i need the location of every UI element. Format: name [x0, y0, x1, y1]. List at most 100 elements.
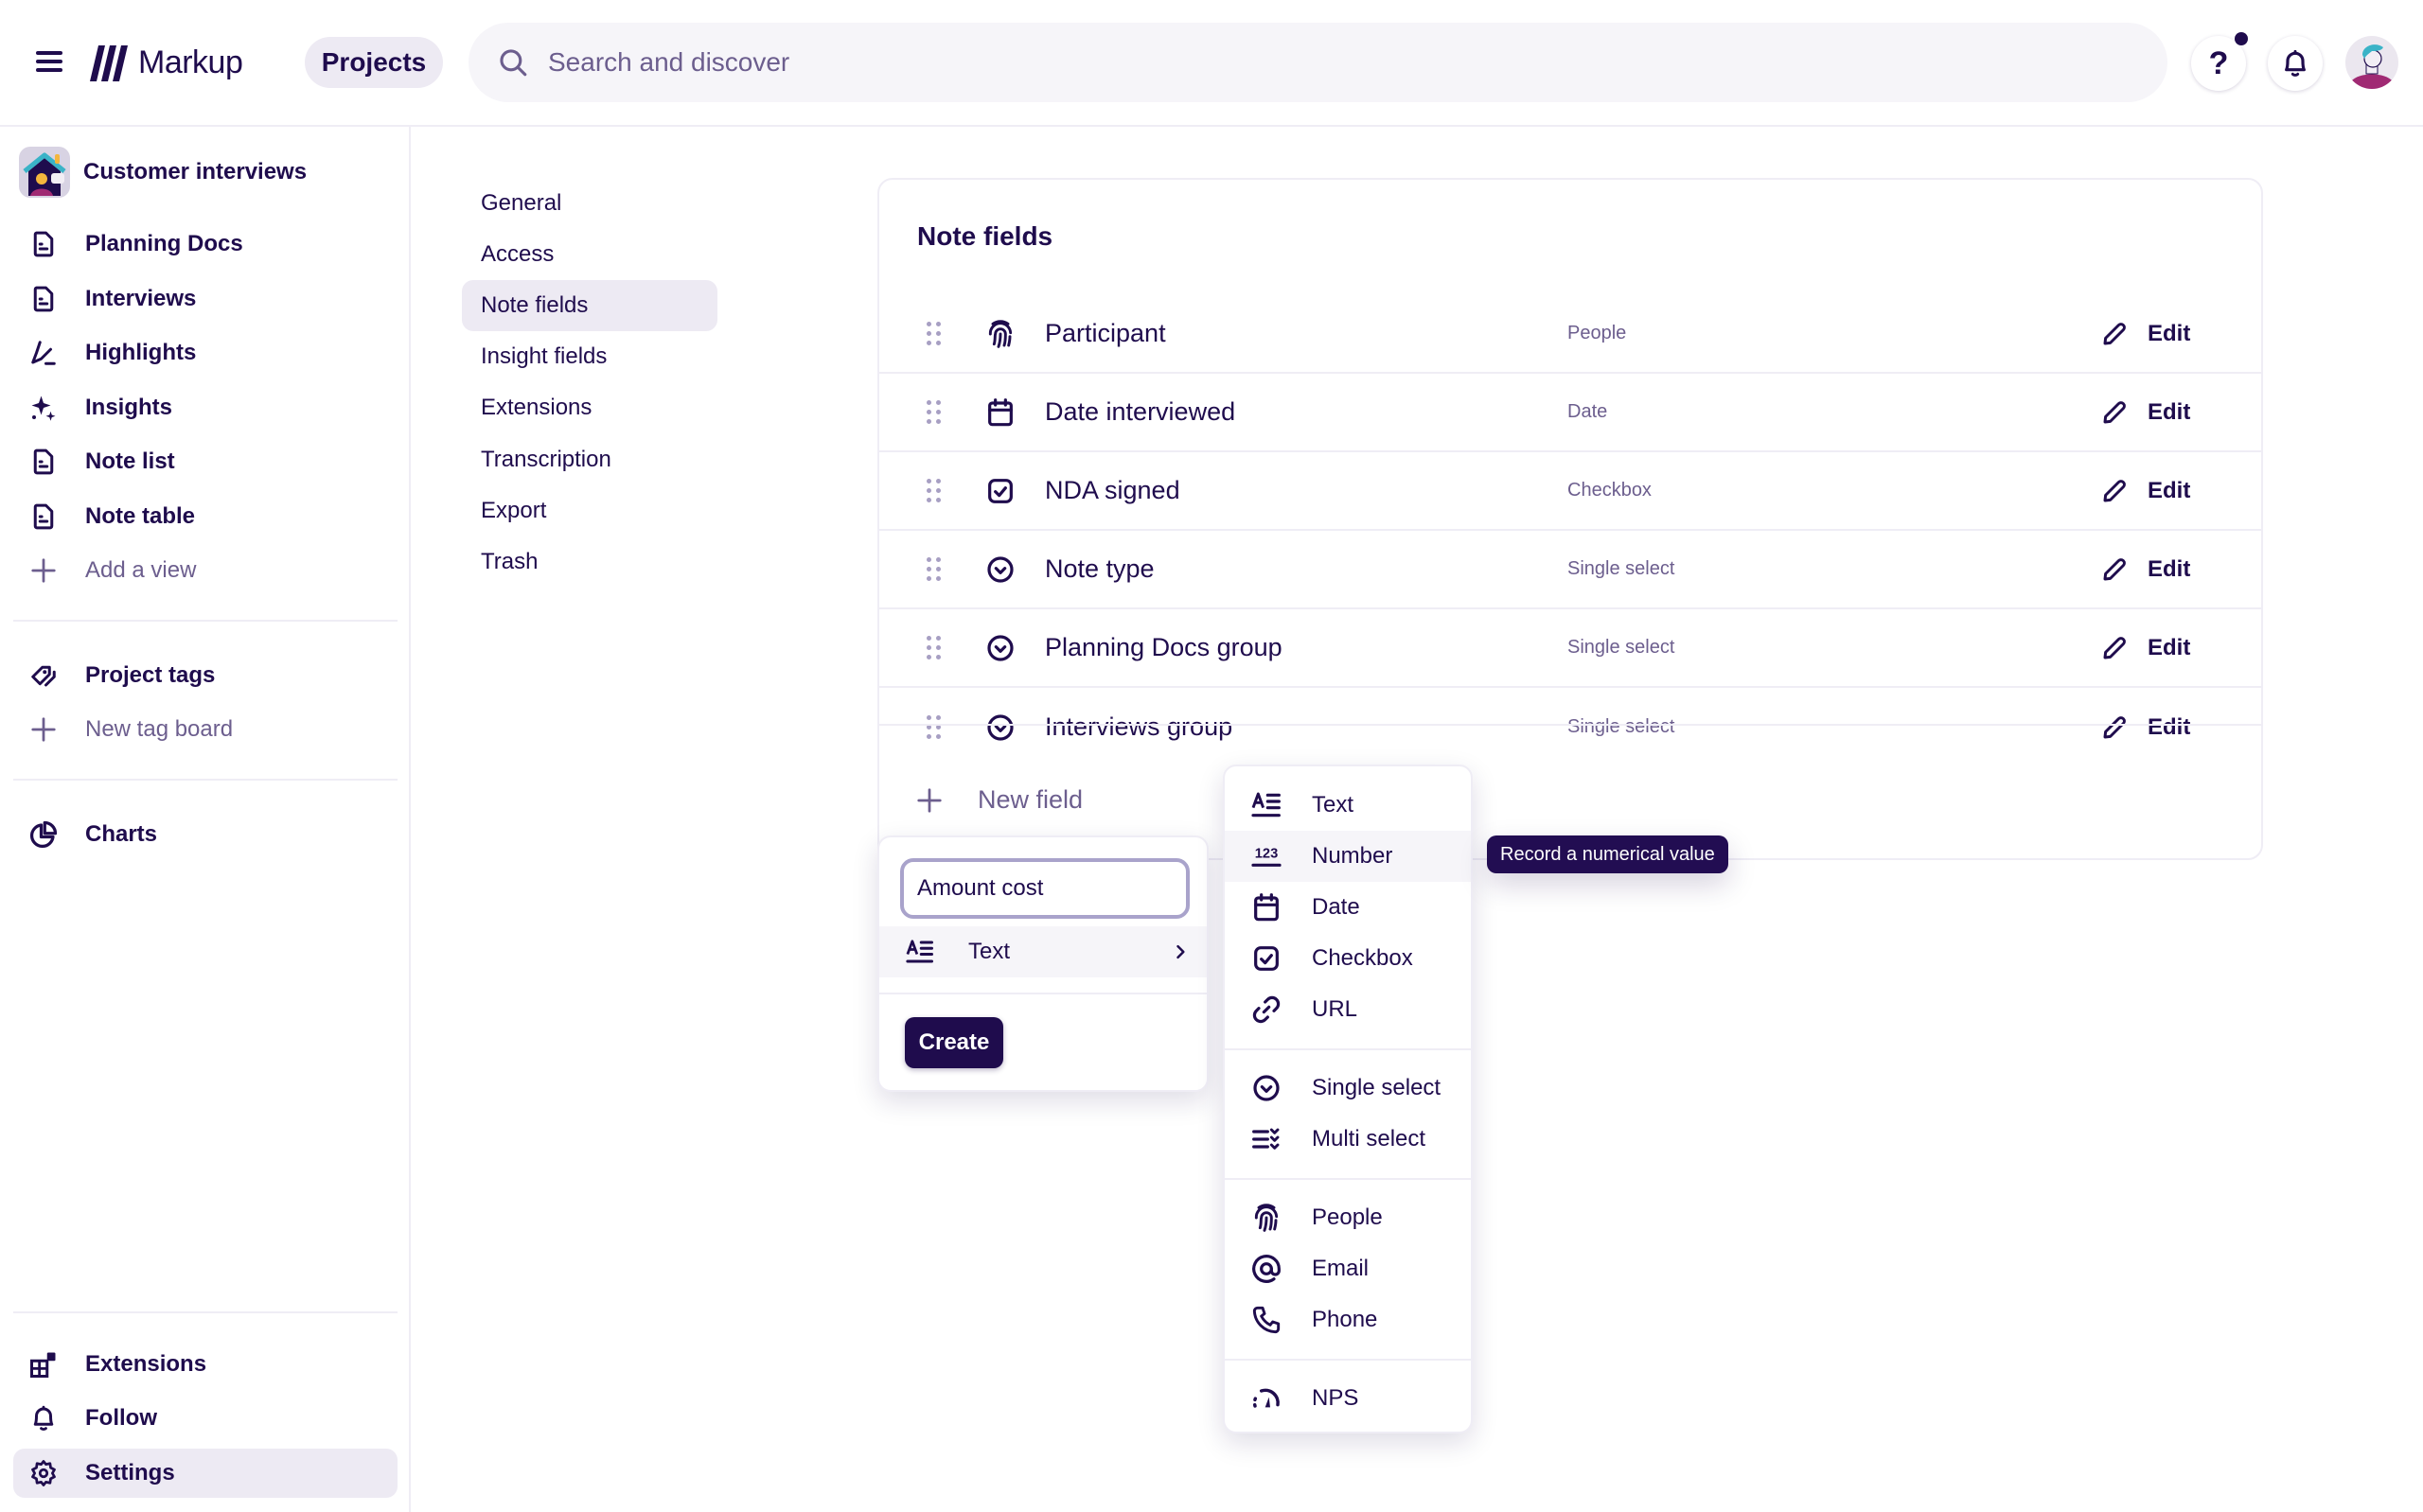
pencil-icon	[2100, 555, 2129, 584]
drag-handle-icon[interactable]	[927, 478, 942, 503]
help-button[interactable]: ?	[2191, 32, 2248, 91]
markup-logo[interactable]: Markup	[87, 40, 243, 85]
sidebar-item-note-table[interactable]: Note table	[13, 492, 398, 541]
type-option-label: Checkbox	[1312, 945, 1413, 971]
field-name-input[interactable]	[900, 858, 1190, 919]
drag-handle-icon[interactable]	[927, 714, 942, 740]
avatar[interactable]	[2345, 36, 2398, 89]
search-bar[interactable]	[469, 23, 2167, 102]
sidebar: Customer interviews Planning Docs Interv…	[0, 127, 411, 1512]
edit-field-button[interactable]: Edit	[2100, 398, 2190, 427]
help-icon: ?	[2208, 44, 2229, 81]
type-option-nps[interactable]: NPS	[1225, 1373, 1471, 1424]
sidebar-item-label: Follow	[85, 1405, 157, 1431]
new-tag-board-button[interactable]: New tag board	[13, 705, 398, 754]
settings-nav-extensions[interactable]: Extensions	[462, 382, 717, 433]
settings-nav-general[interactable]: General	[462, 178, 717, 229]
gauge-icon	[1251, 1383, 1282, 1414]
number-icon	[1251, 841, 1282, 871]
edit-field-button[interactable]: Edit	[2100, 713, 2190, 742]
sidebar-item-charts[interactable]: Charts	[13, 810, 398, 859]
search-input[interactable]	[548, 47, 2062, 78]
calendar-icon	[985, 397, 1016, 428]
edit-field-button[interactable]: Edit	[2100, 634, 2190, 662]
drag-handle-icon[interactable]	[927, 321, 942, 346]
phone-icon	[1251, 1305, 1282, 1335]
sidebar-item-extensions[interactable]: Extensions	[13, 1340, 398, 1389]
settings-nav-transcription[interactable]: Transcription	[462, 434, 717, 485]
type-option-url[interactable]: URL	[1225, 984, 1471, 1035]
at-icon	[1251, 1254, 1282, 1284]
project-thumbnail	[19, 147, 70, 198]
type-option-date[interactable]: Date	[1225, 882, 1471, 933]
hamburger-menu-icon[interactable]	[34, 47, 66, 76]
field-type-selector[interactable]: Text	[879, 926, 1207, 977]
document-icon	[29, 285, 58, 313]
drag-handle-icon[interactable]	[927, 556, 942, 582]
projects-button[interactable]: Projects	[305, 37, 443, 88]
settings-nav-access[interactable]: Access	[462, 229, 717, 280]
sidebar-item-follow[interactable]: Follow	[13, 1394, 398, 1443]
sidebar-item-note-list[interactable]: Note list	[13, 437, 398, 486]
drag-handle-icon[interactable]	[927, 635, 942, 660]
edit-field-button[interactable]: Edit	[2100, 320, 2190, 348]
type-option-email[interactable]: Email	[1225, 1243, 1471, 1294]
settings-nav-note-fields[interactable]: Note fields	[462, 280, 717, 331]
plus-icon	[29, 556, 58, 585]
sidebar-divider	[13, 620, 398, 622]
project-name: Customer interviews	[83, 159, 308, 185]
sidebar-item-settings[interactable]: Settings	[13, 1449, 398, 1498]
edit-field-button[interactable]: Edit	[2100, 477, 2190, 505]
add-view-button[interactable]: Add a view	[13, 546, 398, 595]
dropdown-divider	[1225, 1178, 1471, 1180]
drag-handle-icon[interactable]	[927, 399, 942, 425]
pencil-icon	[2100, 634, 2129, 662]
sidebar-item-insights[interactable]: Insights	[13, 383, 398, 432]
notifications-button[interactable]	[2268, 36, 2323, 91]
sidebar-item-planning-docs[interactable]: Planning Docs	[13, 220, 398, 269]
gear-icon	[29, 1459, 58, 1487]
field-name: Participant	[1045, 319, 1166, 347]
edit-field-button[interactable]: Edit	[2100, 555, 2190, 584]
sidebar-item-project-tags[interactable]: Project tags	[13, 651, 398, 700]
type-option-multi-select[interactable]: Multi select	[1225, 1114, 1471, 1165]
edit-label: Edit	[2148, 398, 2191, 425]
settings-nav-insight-fields[interactable]: Insight fields	[462, 331, 717, 382]
field-row: Note type Single select Edit	[879, 531, 2261, 609]
type-option-text[interactable]: Text	[1225, 780, 1471, 831]
type-option-checkbox[interactable]: Checkbox	[1225, 933, 1471, 984]
new-field-button[interactable]: New field	[915, 785, 1083, 815]
dropdown-divider	[1225, 1048, 1471, 1050]
sidebar-item-label: Note list	[85, 448, 175, 474]
sidebar-item-label: Note table	[85, 503, 196, 529]
type-option-phone[interactable]: Phone	[1225, 1294, 1471, 1345]
settings-nav-trash[interactable]: Trash	[462, 536, 717, 588]
type-option-label: Text	[1312, 792, 1354, 818]
field-type: Checkbox	[1567, 480, 1652, 501]
extensions-icon	[29, 1350, 58, 1379]
field-type: Single select	[1567, 558, 1675, 579]
type-option-label: Number	[1312, 843, 1393, 869]
field-name: Note type	[1045, 554, 1155, 583]
sidebar-item-interviews[interactable]: Interviews	[13, 274, 398, 324]
type-option-label: Date	[1312, 894, 1360, 920]
edit-label: Edit	[2148, 713, 2191, 740]
tag-icon	[29, 661, 58, 690]
sidebar-item-label: Extensions	[85, 1351, 207, 1377]
type-option-label: Single select	[1312, 1075, 1441, 1100]
project-switcher[interactable]: Customer interviews	[19, 146, 307, 199]
sidebar-item-highlights[interactable]: Highlights	[13, 328, 398, 378]
single-select-icon	[985, 633, 1016, 663]
sidebar-divider	[13, 779, 398, 781]
field-row: Date interviewed Date Edit	[879, 374, 2261, 452]
type-option-single-select[interactable]: Single select	[1225, 1063, 1471, 1114]
type-option-number[interactable]: Number	[1225, 831, 1471, 882]
document-icon	[29, 448, 58, 476]
create-button[interactable]: Create	[905, 1017, 1003, 1068]
type-option-people[interactable]: People	[1225, 1192, 1471, 1243]
popover-divider	[879, 993, 1207, 994]
chevron-right-icon	[1171, 942, 1190, 961]
field-type-label: Text	[968, 939, 1011, 964]
sparkles-icon	[29, 394, 58, 422]
settings-nav-export[interactable]: Export	[462, 485, 717, 536]
